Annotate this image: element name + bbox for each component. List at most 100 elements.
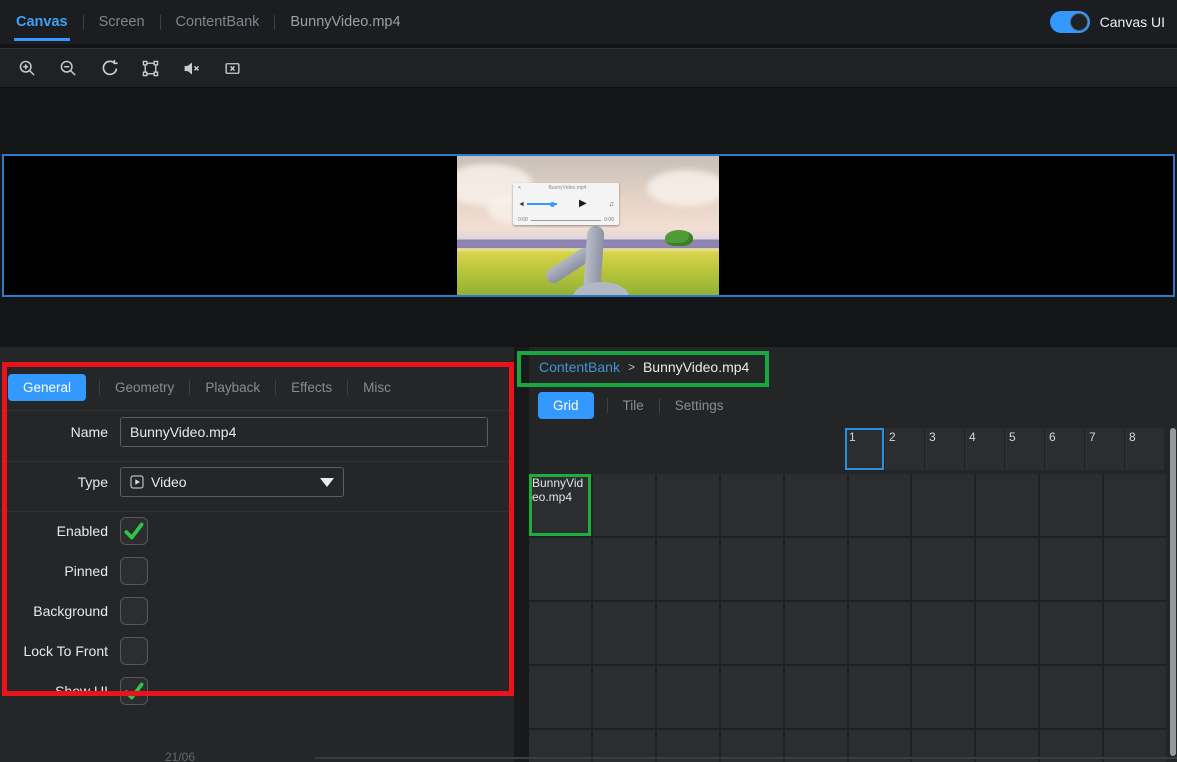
grid-header-cell-4[interactable]: 4 xyxy=(965,428,1004,470)
show-ui-checkbox[interactable] xyxy=(120,677,148,705)
grid-cell[interactable] xyxy=(1040,538,1102,600)
tab-screen[interactable]: Screen xyxy=(97,0,147,44)
grid-cell[interactable] xyxy=(1104,602,1166,664)
grid-cell[interactable] xyxy=(849,474,911,536)
grid-cell[interactable] xyxy=(1104,474,1166,536)
player-seek-bar[interactable] xyxy=(531,220,602,221)
grid-cell[interactable] xyxy=(1104,666,1166,728)
pinned-checkbox[interactable] xyxy=(120,557,148,585)
grid-header-cell-5[interactable]: 5 xyxy=(1005,428,1044,470)
type-dropdown[interactable]: Video xyxy=(120,467,344,497)
canvas-ui-toggle[interactable] xyxy=(1050,11,1090,33)
grid-cell[interactable] xyxy=(785,666,847,728)
video-player-overlay[interactable]: < BunnyVideo.mp4 ◄ ▶ ♫ 0:00 0:00 xyxy=(513,183,619,225)
grid-cell[interactable] xyxy=(912,474,974,536)
grid-cell[interactable] xyxy=(1040,602,1102,664)
grid-cell[interactable] xyxy=(976,538,1038,600)
tab-contentbank[interactable]: ContentBank xyxy=(174,0,262,44)
grid-header-cell-3[interactable]: 3 xyxy=(925,428,964,470)
grid-header-cell-2[interactable]: 2 xyxy=(885,428,924,470)
tree-art xyxy=(665,230,693,246)
tab-general[interactable]: General xyxy=(8,374,86,401)
top-nav: Canvas Screen ContentBank BunnyVideo.mp4… xyxy=(0,0,1177,44)
app-window: Canvas Screen ContentBank BunnyVideo.mp4… xyxy=(0,0,1177,762)
vertical-scrollbar[interactable] xyxy=(1170,428,1176,756)
grid-cell[interactable] xyxy=(976,474,1038,536)
grid-cell[interactable] xyxy=(721,538,783,600)
breadcrumb-parent-link[interactable]: ContentBank xyxy=(539,359,620,375)
rotate-icon[interactable] xyxy=(98,57,120,79)
grid-cell[interactable] xyxy=(1040,474,1102,536)
grid-cell[interactable] xyxy=(529,602,591,664)
mute-icon[interactable] xyxy=(180,57,202,79)
tab-grid[interactable]: Grid xyxy=(538,392,594,419)
lock-to-front-checkbox[interactable] xyxy=(120,637,148,665)
grid-cell[interactable] xyxy=(849,666,911,728)
name-input[interactable] xyxy=(120,417,488,447)
video-preview[interactable]: < BunnyVideo.mp4 ◄ ▶ ♫ 0:00 0:00 xyxy=(457,156,719,295)
grid-cell[interactable] xyxy=(721,602,783,664)
background-checkbox[interactable] xyxy=(120,597,148,625)
tab-divider xyxy=(607,398,608,413)
grid-cell[interactable] xyxy=(785,538,847,600)
type-label: Type xyxy=(0,474,120,490)
grid-cell[interactable] xyxy=(912,666,974,728)
tab-misc[interactable]: Misc xyxy=(361,380,393,395)
grid-cell[interactable] xyxy=(976,666,1038,728)
grid-cell[interactable] xyxy=(657,538,719,600)
grid-cell[interactable] xyxy=(721,474,783,536)
grid-cell[interactable] xyxy=(785,602,847,664)
tab-tile[interactable]: Tile xyxy=(621,398,646,413)
grid-cell[interactable] xyxy=(1040,666,1102,728)
grid-header-cell-7[interactable]: 7 xyxy=(1085,428,1124,470)
grid-cell[interactable] xyxy=(593,474,655,536)
pinned-label: Pinned xyxy=(0,563,120,579)
grid-cell[interactable] xyxy=(912,538,974,600)
tab-settings[interactable]: Settings xyxy=(673,398,726,413)
clear-region-icon[interactable] xyxy=(221,57,243,79)
grid-cell[interactable] xyxy=(657,666,719,728)
grid-cell[interactable] xyxy=(529,666,591,728)
grid-cell[interactable] xyxy=(849,538,911,600)
player-volume-slider[interactable] xyxy=(527,203,557,205)
name-field-row: Name xyxy=(0,417,514,447)
player-time-start: 0:00 xyxy=(518,217,528,223)
row-divider xyxy=(0,410,514,411)
zoom-out-icon[interactable] xyxy=(57,57,79,79)
grid-cell[interactable] xyxy=(593,666,655,728)
grid-cell[interactable] xyxy=(657,602,719,664)
tab-playback[interactable]: Playback xyxy=(203,380,262,395)
grid-cell[interactable] xyxy=(785,474,847,536)
lock-to-front-row: Lock To Front xyxy=(0,637,514,665)
grid-header-cell-8[interactable]: 8 xyxy=(1125,428,1164,470)
grid-cell[interactable] xyxy=(912,602,974,664)
grid-cell[interactable] xyxy=(529,538,591,600)
tab-canvas[interactable]: Canvas xyxy=(14,0,70,44)
tab-divider xyxy=(189,380,190,395)
grid-header-cell-6[interactable]: 6 xyxy=(1045,428,1084,470)
tab-bunnyvideo[interactable]: BunnyVideo.mp4 xyxy=(288,0,402,44)
grid-cell[interactable] xyxy=(849,602,911,664)
grid-header-cell-1[interactable]: 1 xyxy=(845,428,884,470)
grid-cell[interactable] xyxy=(593,602,655,664)
grid-cell[interactable] xyxy=(976,602,1038,664)
content-panel: ContentBank > BunnyVideo.mp4 Grid Tile S… xyxy=(529,347,1177,762)
grid-occupied-cell[interactable]: BunnyVideo.mp4 xyxy=(529,474,591,536)
grid-cell[interactable] xyxy=(657,474,719,536)
pinned-row: Pinned xyxy=(0,557,514,585)
canvas-selection[interactable]: < BunnyVideo.mp4 ◄ ▶ ♫ 0:00 0:00 xyxy=(2,154,1175,297)
tab-geometry[interactable]: Geometry xyxy=(113,380,176,395)
transform-icon[interactable] xyxy=(139,57,161,79)
grid-cell[interactable] xyxy=(721,666,783,728)
enabled-checkbox[interactable] xyxy=(120,517,148,545)
player-audio-icon[interactable]: ♫ xyxy=(609,201,614,208)
background-row: Background xyxy=(0,597,514,625)
tab-effects[interactable]: Effects xyxy=(289,380,334,395)
grid-cell[interactable] xyxy=(1104,538,1166,600)
tab-divider xyxy=(83,15,84,30)
type-field-row: Type Video xyxy=(0,467,514,497)
player-play-button[interactable]: ▶ xyxy=(557,199,609,209)
zoom-in-icon[interactable] xyxy=(16,57,38,79)
player-volume-icon[interactable]: ◄ xyxy=(518,201,525,208)
grid-cell[interactable] xyxy=(593,538,655,600)
